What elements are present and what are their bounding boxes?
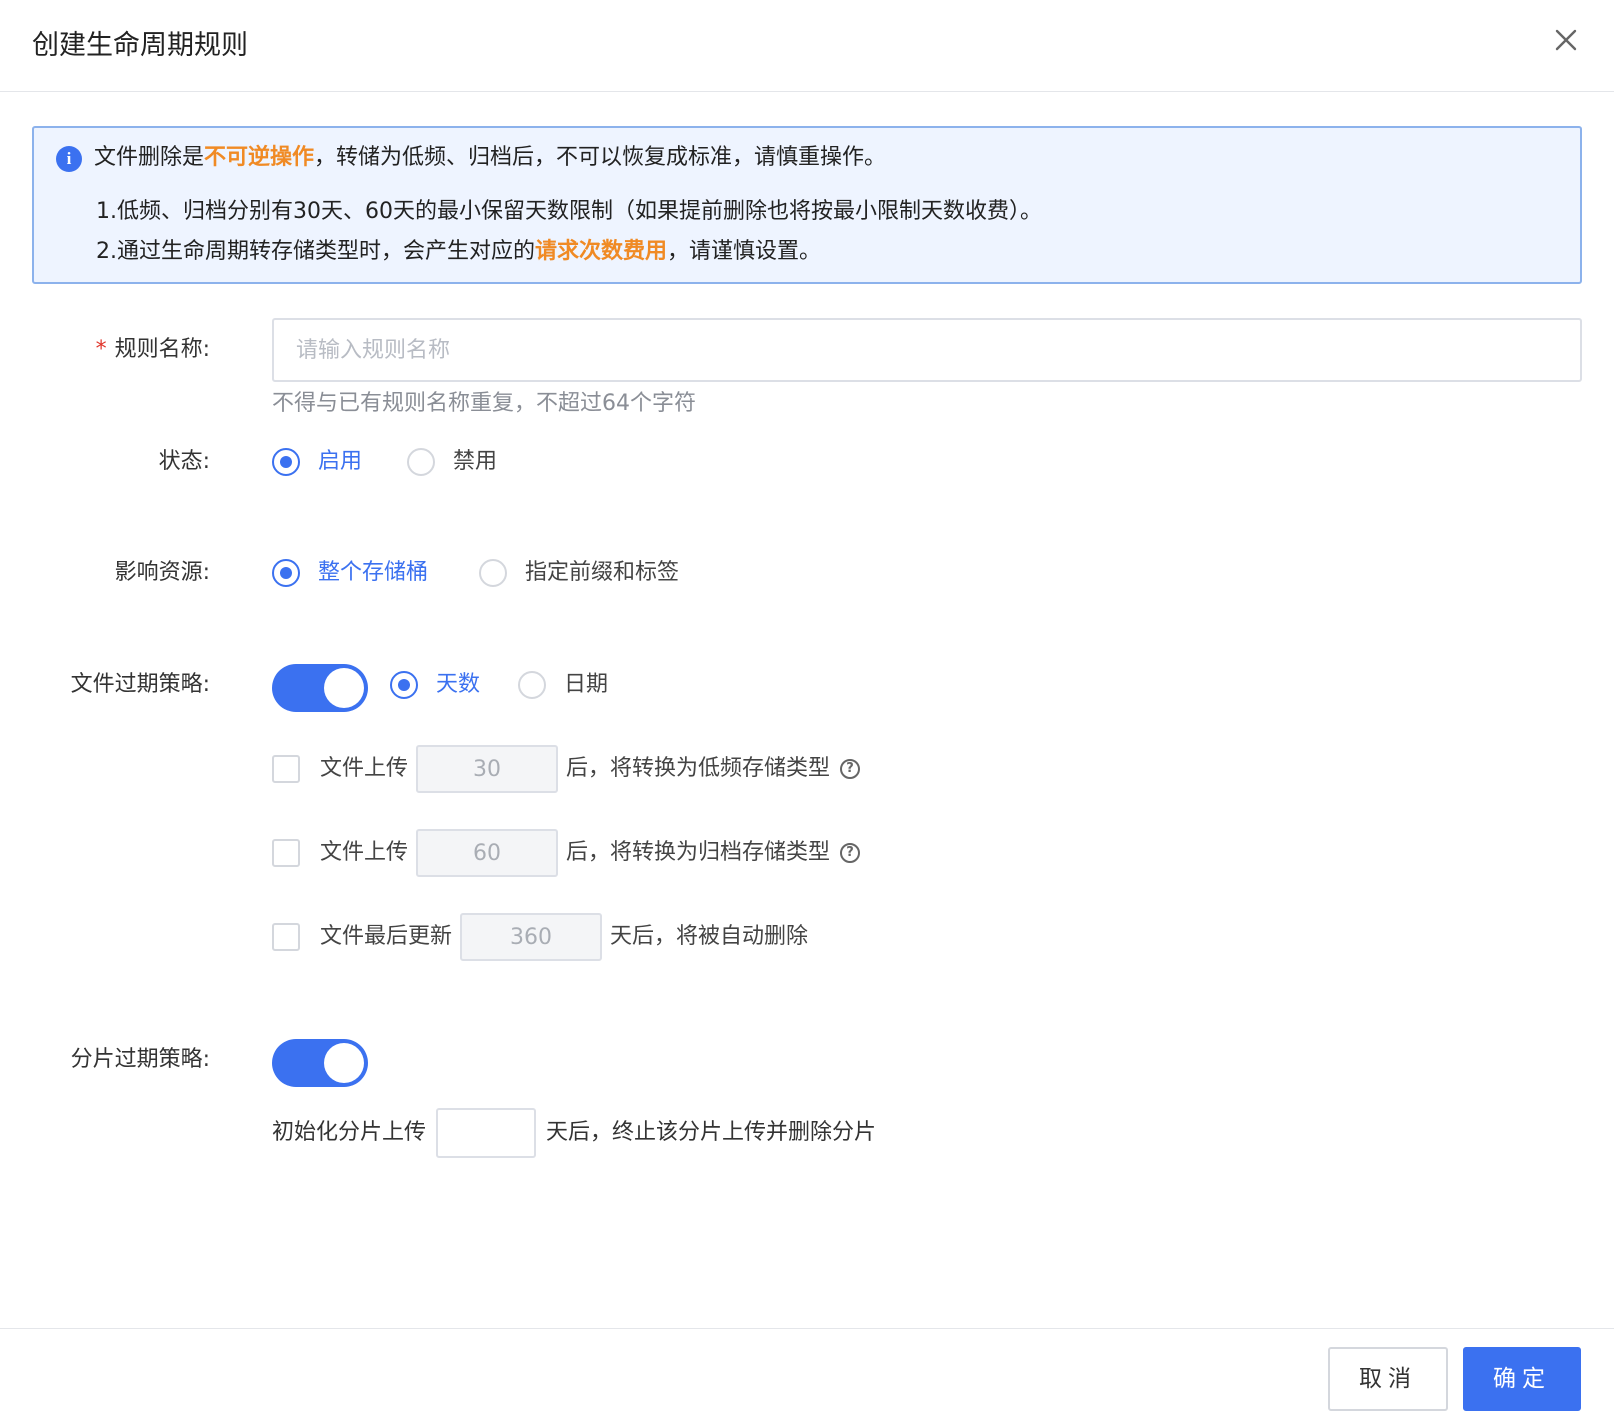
rule-suffix: 后，将转换为归档存储类型 xyxy=(566,840,831,865)
notice-highlight: 不可逆操作 xyxy=(204,145,315,170)
part-suffix: 天后，终止该分片上传并删除分片 xyxy=(546,1120,877,1145)
radio-dot xyxy=(272,559,300,587)
radio-label: 禁用 xyxy=(453,449,498,474)
auto-delete-row: 文件最后更新 天后，将被自动删除 xyxy=(272,913,808,961)
notice-text: 文件删除是 xyxy=(94,145,205,170)
rule-suffix: 天后，将被自动删除 xyxy=(610,924,809,949)
toggle-knob xyxy=(324,1043,364,1083)
transition-infrequent-row: 文件上传 后，将转换为低频存储类型 ? xyxy=(272,745,861,793)
notice-text: 2.通过生命周期转存储类型时，会产生对应的 xyxy=(96,239,535,264)
rule-prefix: 文件上传 xyxy=(320,756,409,781)
required-mark: * xyxy=(95,337,107,362)
resource-label: 影响资源: xyxy=(114,560,210,585)
delete-days-input[interactable] xyxy=(460,913,603,961)
notice-text: ，转储为低频、归档后，不可以恢复成标准，请慎重操作。 xyxy=(314,145,887,170)
radio-dot xyxy=(407,448,435,476)
resource-whole-bucket-radio[interactable]: 整个存储桶 xyxy=(272,557,428,589)
resource-prefix-tag-radio[interactable]: 指定前缀和标签 xyxy=(479,557,679,589)
rule-prefix: 文件最后更新 xyxy=(320,924,453,949)
transition-archive-row: 文件上传 后，将转换为归档存储类型 ? xyxy=(272,829,861,877)
status-label: 状态: xyxy=(158,449,210,474)
rule-name-label-text: 规则名称: xyxy=(114,337,210,362)
rule-prefix: 文件上传 xyxy=(320,840,409,865)
part-expire-label: 分片过期策略: xyxy=(70,1047,210,1072)
notice-line-3: 2.通过生命周期转存储类型时，会产生对应的请求次数费用，请谨慎设置。 xyxy=(96,236,821,268)
dialog-title: 创建生命周期规则 xyxy=(32,30,248,61)
part-prefix: 初始化分片上传 xyxy=(272,1120,427,1145)
confirm-button[interactable]: 确定 xyxy=(1463,1347,1581,1411)
notice-line-2: 1.低频、归档分别有30天、60天的最小保留天数限制（如果提前删除也将按最小限制… xyxy=(96,199,1042,224)
help-icon[interactable]: ? xyxy=(840,843,861,863)
info-icon: i xyxy=(56,146,82,172)
archive-days-input[interactable] xyxy=(416,829,559,877)
expire-mode-date-radio[interactable]: 日期 xyxy=(518,669,608,701)
radio-dot xyxy=(390,671,418,699)
toggle-knob xyxy=(324,668,364,708)
notice-line-1: 文件删除是不可逆操作，转储为低频、归档后，不可以恢复成标准，请慎重操作。 xyxy=(94,142,886,174)
part-expire-toggle[interactable] xyxy=(272,1039,368,1087)
rule-name-hint: 不得与已有规则名称重复，不超过64个字符 xyxy=(272,391,696,416)
radio-label: 启用 xyxy=(318,449,363,474)
rule-suffix: 后，将转换为低频存储类型 xyxy=(566,756,831,781)
radio-dot xyxy=(479,559,507,587)
radio-label: 指定前缀和标签 xyxy=(525,560,680,585)
part-days-input[interactable] xyxy=(436,1108,537,1158)
file-expire-toggle[interactable] xyxy=(272,664,368,712)
radio-label: 日期 xyxy=(564,672,609,697)
file-expire-label: 文件过期策略: xyxy=(70,672,210,697)
cancel-button[interactable]: 取消 xyxy=(1328,1347,1448,1411)
help-icon[interactable]: ? xyxy=(840,759,861,779)
dialog-footer: 取消 确定 xyxy=(0,1328,1614,1426)
notice-banner: i 文件删除是不可逆操作，转储为低频、归档后，不可以恢复成标准，请慎重操作。 1… xyxy=(32,126,1582,284)
transition-infrequent-checkbox[interactable] xyxy=(272,755,300,783)
lifecycle-rule-dialog: 创建生命周期规则 i 文件删除是不可逆操作，转储为低频、归档后，不可以恢复成标准… xyxy=(0,0,1614,1426)
expire-mode-days-radio[interactable]: 天数 xyxy=(390,669,480,701)
transition-archive-checkbox[interactable] xyxy=(272,839,300,867)
notice-text: ，请谨慎设置。 xyxy=(667,239,822,264)
notice-highlight: 请求次数费用 xyxy=(535,239,668,264)
part-expire-row: 初始化分片上传 天后，终止该分片上传并删除分片 xyxy=(272,1108,876,1158)
radio-dot xyxy=(518,671,546,699)
radio-label: 天数 xyxy=(436,672,481,697)
rule-name-label: * 规则名称: xyxy=(0,334,210,366)
radio-label: 整个存储桶 xyxy=(318,560,429,585)
status-enable-radio[interactable]: 启用 xyxy=(272,446,362,478)
auto-delete-checkbox[interactable] xyxy=(272,923,300,951)
rule-name-input[interactable] xyxy=(272,318,1582,382)
close-icon[interactable] xyxy=(1548,22,1584,58)
infrequent-days-input[interactable] xyxy=(416,745,559,793)
status-disable-radio[interactable]: 禁用 xyxy=(407,446,497,478)
radio-dot xyxy=(272,448,300,476)
dialog-header: 创建生命周期规则 xyxy=(0,0,1614,92)
